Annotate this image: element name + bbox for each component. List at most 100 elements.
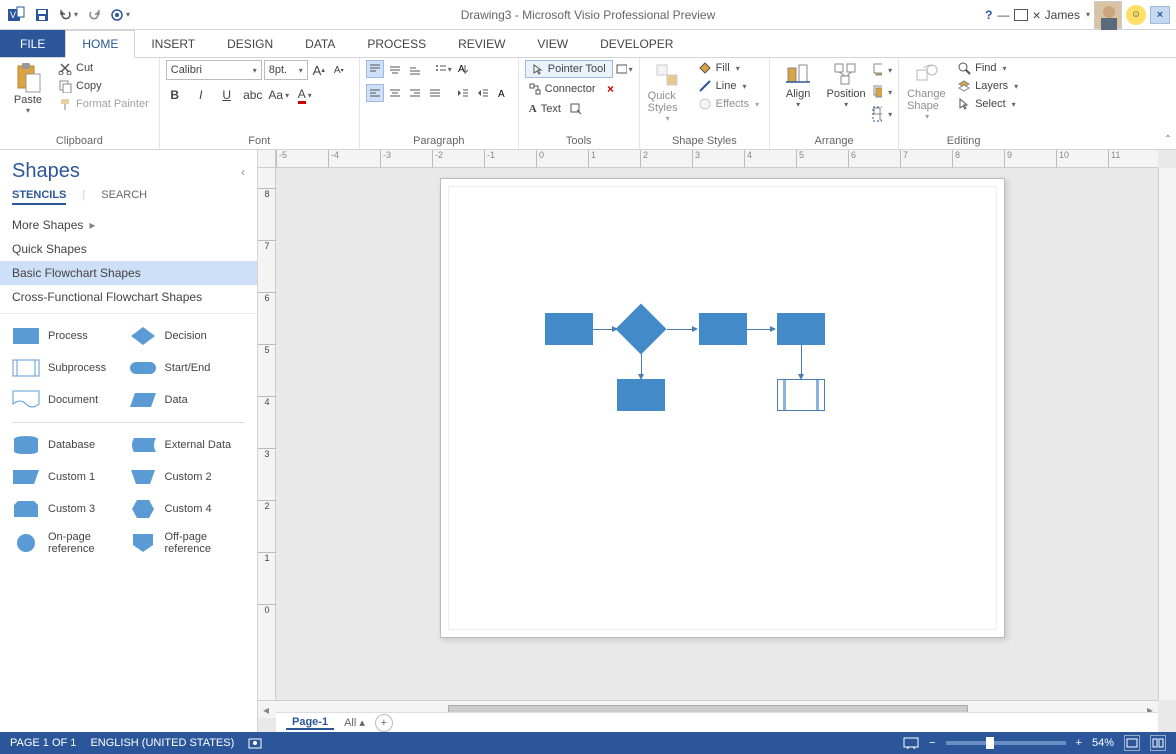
pointer-tool-button[interactable]: Pointer Tool [525,60,613,78]
font-size-combo[interactable]: 8pt.▾ [264,60,308,80]
stencil-basic-flowchart[interactable]: Basic Flowchart Shapes [0,261,257,285]
fit-width-icon[interactable] [1150,735,1166,751]
touch-mode-icon[interactable]: ▾ [110,5,130,25]
tab-file[interactable]: FILE [0,30,65,57]
rectangle-tool-icon[interactable]: ▾ [615,60,633,78]
close-pane-icon[interactable]: × [1150,6,1170,24]
shape-database[interactable]: Database [12,431,129,459]
shape-startend[interactable]: Start/End [129,354,246,382]
shape-decision[interactable]: Decision [129,322,246,350]
zoom-in-icon[interactable]: + [1076,737,1082,749]
shape-offpage-ref[interactable]: Off-page reference [129,527,246,559]
send-back-icon[interactable]: ▾ [872,82,892,102]
text-tool-button[interactable]: AText [525,102,565,116]
shapes-tab-stencils[interactable]: STENCILS [12,189,66,205]
paste-button[interactable]: Paste▾ [6,60,50,117]
canvas-process-3[interactable] [777,313,825,345]
delete-connector-icon[interactable]: × [602,80,620,98]
copy-button[interactable]: Copy [54,78,153,94]
align-justify-icon[interactable] [426,84,444,102]
shape-external-data[interactable]: External Data [129,431,246,459]
drawing-canvas[interactable] [276,168,1158,700]
page-tab-all[interactable]: All ▴ [344,716,365,729]
find-button[interactable]: Find▾ [953,60,1022,76]
shape-subprocess[interactable]: Subprocess [12,354,129,382]
zoom-level[interactable]: 54% [1092,737,1114,749]
align-right-icon[interactable] [406,84,424,102]
stencil-cross-functional[interactable]: Cross-Functional Flowchart Shapes [0,285,257,309]
select-button[interactable]: Select▾ [953,96,1022,112]
bullets-icon[interactable]: ▾ [434,60,452,78]
tab-view[interactable]: VIEW [521,30,584,57]
font-name-combo[interactable]: Calibri▾ [166,60,262,80]
tab-home[interactable]: HOME [65,30,135,58]
minimize-icon[interactable]: — [996,8,1010,22]
macro-recording-icon[interactable] [248,736,262,750]
help-icon[interactable]: ? [985,8,992,22]
italic-icon[interactable]: I [192,86,210,104]
align-top-icon[interactable] [366,60,384,78]
connector-4[interactable] [641,353,642,375]
increase-indent-icon[interactable] [474,84,492,102]
shapes-tab-search[interactable]: SEARCH [101,189,147,205]
canvas-subprocess-selected[interactable] [777,379,825,411]
zoom-out-icon[interactable]: − [929,737,935,749]
bold-icon[interactable]: B [166,86,184,104]
bring-front-icon[interactable]: ▾ [872,60,892,80]
status-page[interactable]: PAGE 1 OF 1 [10,737,76,749]
cut-button[interactable]: Cut [54,60,153,76]
maximize-icon[interactable] [1014,9,1028,21]
close-icon[interactable]: × [1032,7,1040,23]
strikethrough-icon[interactable]: abc [244,86,262,104]
zoom-slider[interactable] [946,741,1066,745]
decrease-indent-icon[interactable] [454,84,472,102]
shape-custom4[interactable]: Custom 4 [129,495,246,523]
add-page-button[interactable]: + [375,714,393,732]
page-tab-1[interactable]: Page-1 [286,716,334,730]
quick-styles-button[interactable]: Quick Styles▾ [646,60,690,125]
feedback-smiley-icon[interactable]: ☺ [1126,5,1146,25]
format-painter-button[interactable]: Format Painter [54,96,153,112]
shape-custom3[interactable]: Custom 3 [12,495,129,523]
fit-page-icon[interactable] [1124,735,1140,751]
user-name[interactable]: James [1045,8,1080,22]
shape-custom2[interactable]: Custom 2 [129,463,246,491]
scroll-left-icon[interactable]: ◂ [258,703,274,717]
align-button[interactable]: Align▾ [776,60,820,111]
align-left-icon[interactable] [366,84,384,102]
canvas-process-4[interactable] [617,379,665,411]
shape-custom1[interactable]: Custom 1 [12,463,129,491]
text-direction-icon[interactable]: A [454,60,472,78]
presentation-mode-icon[interactable] [903,737,919,749]
align-middle-icon[interactable] [386,60,404,78]
underline-icon[interactable]: U [218,86,236,104]
connector-1[interactable] [593,329,613,330]
line-button[interactable]: Line▾ [694,78,763,94]
save-icon[interactable] [32,5,52,25]
align-bottom-icon[interactable] [406,60,424,78]
shrink-font-icon[interactable]: A▾ [330,61,348,79]
drawing-page[interactable] [440,178,1005,638]
fill-button[interactable]: Fill▾ [694,60,763,76]
user-avatar[interactable] [1094,1,1122,29]
tab-process[interactable]: PROCESS [351,30,442,57]
shape-data[interactable]: Data [129,386,246,414]
undo-icon[interactable]: ▾ [58,5,78,25]
shape-process[interactable]: Process [12,322,129,350]
tab-design[interactable]: DESIGN [211,30,289,57]
align-center-icon[interactable] [386,84,404,102]
connection-point-icon[interactable] [567,100,585,118]
stencil-more-shapes[interactable]: More Shapes▸ [0,213,257,237]
connector-button[interactable]: Connector [525,82,600,96]
connector-3[interactable] [747,329,771,330]
canvas-process-1[interactable] [545,313,593,345]
collapse-shapes-icon[interactable]: ‹ [241,165,245,179]
status-language[interactable]: ENGLISH (UNITED STATES) [90,737,234,749]
font-color-icon[interactable]: A▾ [296,86,314,104]
stencil-quick-shapes[interactable]: Quick Shapes [0,237,257,261]
canvas-process-2[interactable] [699,313,747,345]
visio-app-icon[interactable]: V [6,5,26,25]
effects-button[interactable]: Effects▾ [694,96,763,112]
redo-icon[interactable] [84,5,104,25]
tab-review[interactable]: REVIEW [442,30,521,57]
